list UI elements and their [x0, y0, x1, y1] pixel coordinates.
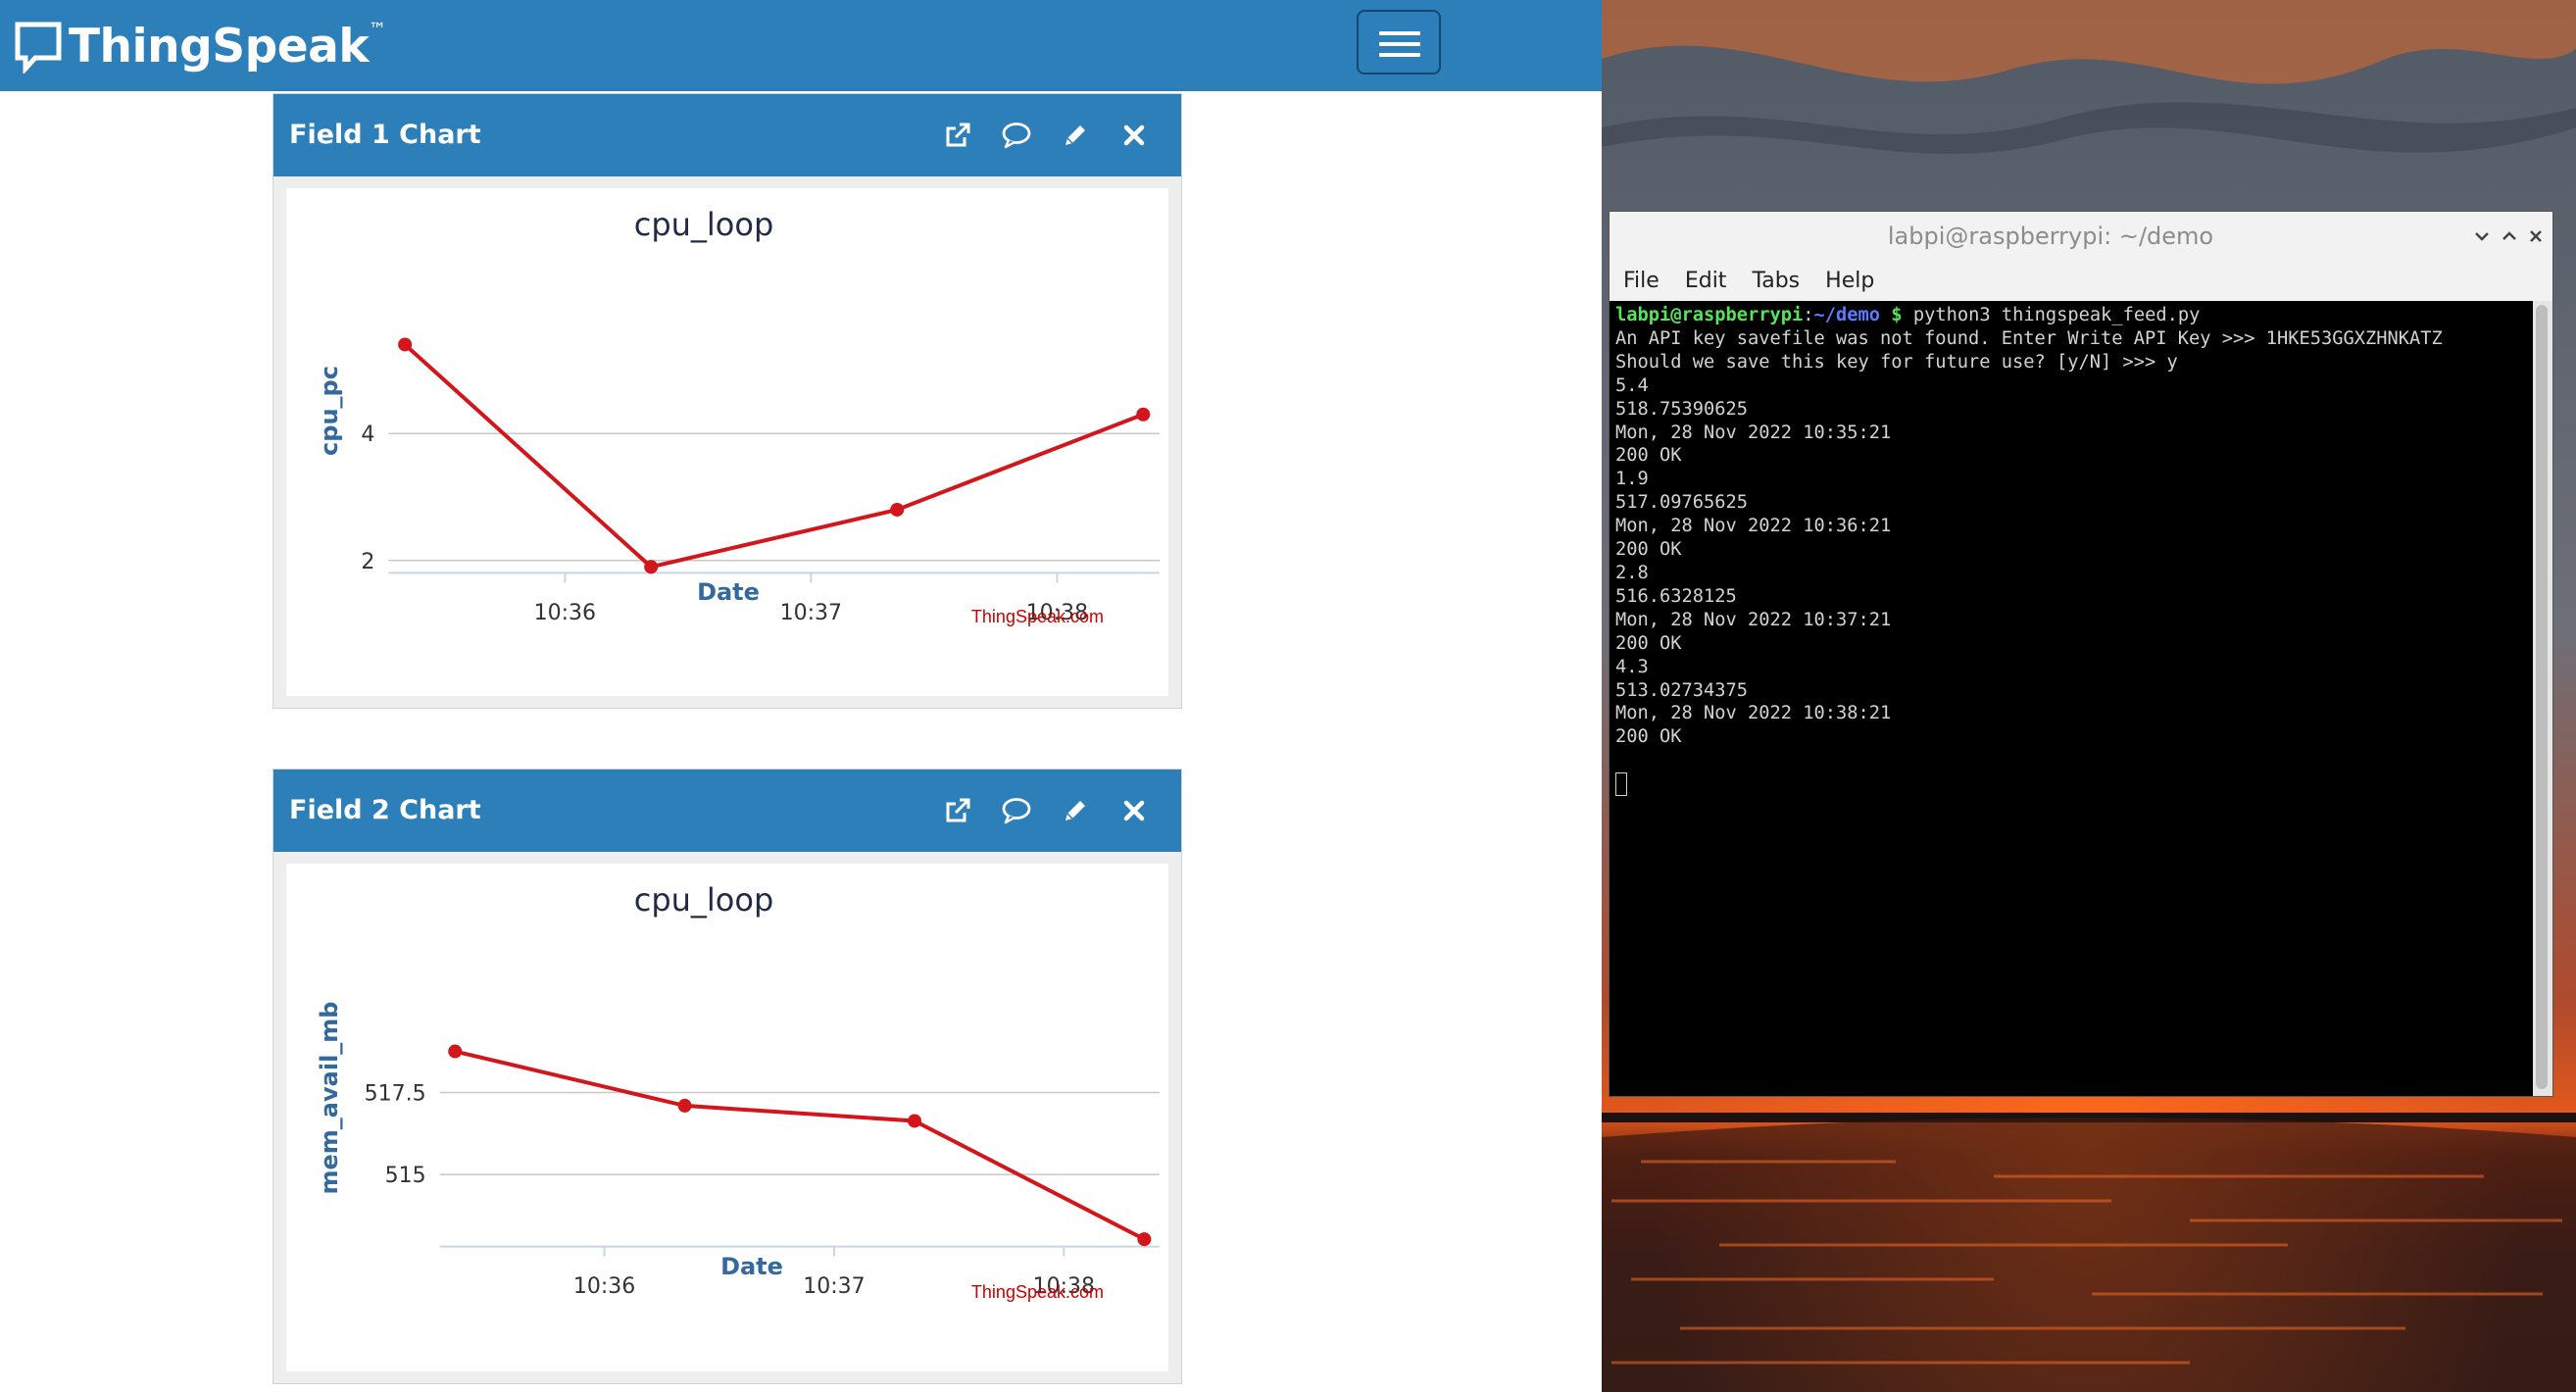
menu-help[interactable]: Help [1825, 269, 1874, 293]
terminal-menubar: File Edit Tabs Help [1610, 261, 2552, 301]
panel-title: Field 1 Chart [289, 120, 481, 150]
close-window-icon[interactable] [2523, 224, 2549, 249]
output-line: 4.3 [1615, 656, 1649, 677]
terminal-window: labpi@raspberrypi: ~/demo File Edit Tabs… [1609, 211, 2553, 1097]
thingspeak-page: ThingSpeak ™ Field 1 Chart cpu_loop 2 4 … [0, 0, 1602, 1392]
text-cursor [1615, 772, 1627, 797]
prompt-symbol: $ [1880, 305, 1913, 325]
terminal-titlebar[interactable]: labpi@raspberrypi: ~/demo [1610, 212, 2552, 261]
line-chart: cpu_loop 515517.5 10:36 10:37 10:38 Date m… [316, 881, 1160, 1302]
desktop: labpi@raspberrypi: ~/demo File Edit Tabs… [1602, 0, 2576, 1392]
output-line: 513.02734375 [1615, 679, 1749, 701]
panel-header: Field 1 Chart [273, 94, 1181, 176]
series-line [403, 342, 1144, 570]
field-1-chart-panel: Field 1 Chart cpu_loop 2 4 10:36 10:37 10… [272, 93, 1182, 709]
output-line: Mon, 28 Nov 2022 10:35:21 [1615, 422, 1892, 443]
data-point[interactable] [1137, 1232, 1152, 1247]
data-point[interactable] [890, 502, 905, 517]
comment-icon[interactable] [999, 114, 1034, 157]
data-point[interactable] [1136, 407, 1151, 422]
window-title: labpi@raspberrypi: ~/demo [1887, 223, 2214, 250]
y-tick-label: 517.5 [365, 1081, 426, 1106]
prompt-path: ~/demo [1813, 305, 1881, 325]
x-tick-label: 10:37 [803, 1274, 865, 1299]
output-line: Mon, 28 Nov 2022 10:36:21 [1615, 516, 1892, 537]
minimize-chevron-icon[interactable] [2469, 224, 2495, 249]
comment-icon[interactable] [999, 789, 1034, 832]
output-line: 200 OK [1615, 539, 1682, 561]
output-line: Mon, 28 Nov 2022 10:37:21 [1615, 609, 1892, 630]
command-output: An API key savefile was not found. Enter… [1615, 328, 2443, 747]
output-line: Mon, 28 Nov 2022 10:38:21 [1615, 703, 1892, 724]
x-tick-label: 10:36 [534, 601, 596, 625]
data-point[interactable] [448, 1044, 463, 1059]
panel-actions [940, 114, 1152, 157]
output-line: 5.4 [1615, 374, 1649, 396]
menu-file[interactable]: File [1623, 269, 1660, 293]
y-tick-label: 4 [361, 423, 374, 447]
y-axis-label: cpu_pc [316, 366, 343, 456]
data-point[interactable] [907, 1114, 921, 1128]
command-text: python3 thingspeak_feed.py [1912, 305, 2201, 325]
x-axis-label: Date [720, 1253, 783, 1280]
terminal-output[interactable]: labpi@raspberrypi:~/demo $ python3 thing… [1610, 301, 2533, 1096]
x-tick-label: 10:37 [780, 601, 842, 625]
series-line [454, 1049, 1146, 1241]
output-line: Should we save this key for future use? … [1615, 351, 2178, 373]
maximize-chevron-icon[interactable] [2497, 224, 2522, 249]
output-line: 1.9 [1615, 469, 1649, 490]
output-line: 517.09765625 [1615, 492, 1749, 514]
prompt-user: labpi@raspberrypi [1615, 305, 1804, 325]
terminal-scrollbar[interactable] [2533, 301, 2552, 1096]
line-chart: cpu_loop 24 10:36 10:37 10:38 Date cpu_pc … [316, 206, 1160, 626]
output-line: An API key savefile was not found. Enter… [1615, 327, 2443, 349]
output-line: 200 OK [1615, 632, 1682, 654]
data-point[interactable] [644, 560, 659, 574]
panel-header: Field 2 Chart [273, 770, 1181, 852]
brand-name: ThingSpeak [69, 19, 370, 74]
hamburger-menu-button[interactable] [1357, 10, 1441, 75]
speech-bubble-logo-icon [15, 22, 62, 74]
thingspeak-logo[interactable]: ThingSpeak ™ [14, 12, 386, 80]
menu-bar-icon [1379, 42, 1420, 46]
pencil-icon[interactable] [1058, 789, 1093, 832]
panel-actions [940, 789, 1152, 832]
menu-edit[interactable]: Edit [1685, 269, 1727, 293]
chart-area: cpu_loop 515 517.5 10:36 10:37 10:38 Date m… [286, 864, 1168, 1371]
external-link-icon[interactable] [940, 789, 975, 832]
y-axis-label: mem_avail_mb [316, 1002, 343, 1195]
navbar: ThingSpeak ™ [0, 0, 1602, 91]
x-tick-label: 10:36 [573, 1274, 635, 1299]
chart-title: cpu_loop [634, 206, 774, 243]
x-axis-label: Date [697, 578, 760, 606]
output-line: 518.75390625 [1615, 398, 1749, 420]
data-point[interactable] [677, 1098, 692, 1113]
menu-bar-icon [1379, 53, 1420, 57]
output-line: 200 OK [1615, 445, 1682, 467]
prompt-separator: : [1803, 305, 1814, 325]
output-line: 2.8 [1615, 562, 1649, 583]
pencil-icon[interactable] [1058, 114, 1093, 157]
output-line: 516.6328125 [1615, 585, 1737, 607]
scrollbar-thumb[interactable] [2536, 305, 2548, 1089]
menu-bar-icon [1379, 31, 1420, 35]
y-tick-label: 2 [361, 550, 374, 574]
thingspeak-credit-link[interactable]: ThingSpeak.com [971, 607, 1104, 626]
external-link-icon[interactable] [940, 114, 975, 157]
chart-title: cpu_loop [634, 881, 774, 919]
panel-title: Field 2 Chart [289, 795, 481, 825]
close-icon[interactable] [1116, 789, 1152, 832]
field-2-chart-panel: Field 2 Chart cpu_loop 515 517.5 10:36 1… [272, 769, 1182, 1384]
data-point[interactable] [398, 337, 413, 352]
output-line: 200 OK [1615, 726, 1682, 748]
menu-tabs[interactable]: Tabs [1752, 269, 1800, 293]
thingspeak-credit-link[interactable]: ThingSpeak.com [971, 1282, 1104, 1302]
y-tick-label: 515 [385, 1164, 426, 1188]
chart-area: cpu_loop 24 10:36 10:37 10:38 Date cpu_pc … [286, 188, 1168, 696]
trademark: ™ [369, 20, 387, 40]
terminal-text: labpi@raspberrypi:~/demo $ python3 thing… [1615, 304, 2443, 797]
close-icon[interactable] [1116, 114, 1152, 157]
